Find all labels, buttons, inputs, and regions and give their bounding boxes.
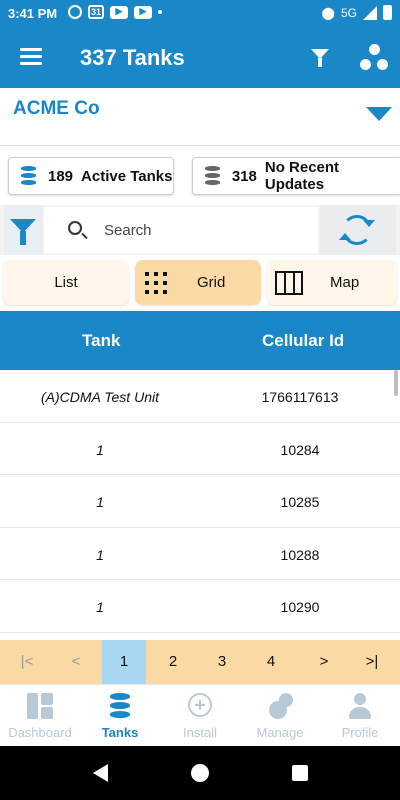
nav-tanks-label: Tanks	[101, 725, 139, 740]
active-tanks-label: Active Tanks	[81, 167, 173, 185]
filter-icon[interactable]	[311, 49, 329, 67]
status-time: 3:41 PM	[8, 6, 58, 21]
table-row[interactable]: (A)CDMA Test Unit 1766117613	[0, 370, 400, 423]
page-1-button[interactable]: 1	[102, 640, 146, 684]
prev-page-button[interactable]: <	[54, 640, 98, 684]
tab-grid-label: Grid	[197, 274, 226, 291]
pagination: |< < 1 2 3 4 > >|	[0, 640, 400, 684]
cellular-id: 10285	[280, 494, 320, 510]
grid-icon	[145, 272, 167, 294]
filter-button[interactable]	[4, 205, 42, 255]
last-page-button[interactable]: >|	[350, 640, 394, 684]
cellular-id: 10284	[280, 441, 320, 458]
page-title: 337 Tanks	[80, 45, 185, 70]
refresh-button[interactable]	[320, 205, 396, 255]
table-scrollbar[interactable]	[394, 370, 398, 396]
nav-install[interactable]: Install	[160, 685, 240, 747]
network-label: 5G	[340, 5, 357, 20]
share-icon[interactable]	[360, 44, 388, 72]
tab-list-label: List	[54, 274, 78, 291]
refresh-icon	[339, 215, 375, 245]
nav-dashboard-label: Dashboard	[8, 725, 72, 740]
location-icon: ⬤	[321, 5, 335, 20]
cellular-id: 1766117613	[261, 389, 339, 405]
tank-name: 1	[96, 599, 104, 615]
nav-profile[interactable]: Profile	[320, 685, 400, 747]
home-icon[interactable]	[191, 764, 209, 782]
cellular-id: 10290	[280, 599, 320, 615]
dashboard-icon	[27, 693, 53, 719]
search-input[interactable]	[104, 218, 304, 242]
no-recent-updates-card[interactable]: 318 No Recent Updates	[192, 157, 400, 195]
nav-manage[interactable]: Manage	[240, 685, 320, 747]
table-row[interactable]: 1 10284	[0, 423, 400, 475]
tab-map[interactable]: Map	[267, 260, 397, 305]
app-bar: 337 Tanks	[0, 28, 400, 88]
system-icons: ⬤ 5G	[322, 5, 392, 20]
system-nav-bar	[0, 746, 400, 800]
page-2-button[interactable]: 2	[151, 640, 195, 684]
first-page-button[interactable]: |<	[5, 640, 49, 684]
youtube-icon: ▶	[110, 5, 128, 19]
chevron-down-icon[interactable]	[366, 107, 392, 121]
app-notification-icon	[68, 5, 82, 19]
filter-icon	[10, 219, 36, 245]
tank-name: 1	[96, 441, 104, 458]
no-updates-label: No Recent Updates	[264, 159, 340, 193]
person-icon	[347, 693, 373, 719]
status-bar: 3:41 PM 31 ▶ ▶ ⬤ 5G	[0, 0, 400, 28]
tank-name: 1	[96, 546, 104, 563]
bottom-nav: Dashboard Tanks Install Manage Profile	[0, 684, 400, 746]
table-row[interactable]: 1 10285	[0, 475, 400, 528]
menu-icon[interactable]	[20, 48, 42, 66]
nav-install-label: Install	[183, 725, 217, 740]
company-selector[interactable]: ACME Co	[0, 88, 400, 146]
tanks-icon	[107, 693, 133, 719]
database-icon	[205, 166, 220, 186]
column-header-tank[interactable]: Tank	[82, 331, 120, 351]
calendar-icon: 31	[88, 5, 104, 19]
tank-name: 1	[96, 494, 104, 510]
signal-icon	[363, 5, 377, 20]
add-circle-icon	[188, 693, 212, 717]
map-icon	[275, 271, 303, 295]
active-tanks-card[interactable]: 189 Active Tanks	[8, 157, 174, 195]
company-name: ACME Co	[13, 98, 100, 119]
table-row[interactable]: 1 10288	[0, 528, 400, 580]
table-body: (A)CDMA Test Unit 1766117613 1 10284 1 1…	[0, 370, 400, 638]
view-tabs: List Grid Map	[0, 260, 400, 306]
table-row[interactable]: 1 10290	[0, 580, 400, 633]
search-box	[44, 207, 318, 253]
database-icon	[21, 166, 36, 186]
tab-map-label: Map	[330, 274, 360, 291]
page-3-button[interactable]: 3	[200, 640, 244, 684]
nav-dashboard[interactable]: Dashboard	[0, 685, 80, 747]
back-icon[interactable]	[93, 764, 108, 782]
next-page-button[interactable]: >	[302, 640, 346, 684]
page-4-button[interactable]: 4	[249, 640, 293, 684]
tank-name: (A)CDMA Test Unit	[41, 389, 159, 405]
nav-manage-label: Manage	[256, 725, 304, 740]
youtube-icon-2: ▶	[134, 5, 152, 19]
column-header-cellular-id[interactable]: Cellular Id	[262, 331, 344, 351]
stats-row: 189 Active Tanks 318 No Recent Updates	[0, 157, 400, 195]
manage-icon	[267, 693, 293, 719]
recent-apps-icon[interactable]	[292, 765, 308, 781]
battery-icon	[383, 5, 392, 20]
table-header: Tank Cellular Id	[0, 311, 400, 370]
search-icon	[68, 221, 82, 235]
search-row	[0, 205, 400, 255]
nav-profile-label: Profile	[341, 725, 379, 740]
active-tanks-count: 189	[48, 167, 74, 185]
notification-icons: 31 ▶ ▶	[68, 5, 162, 19]
cellular-id: 10288	[280, 546, 320, 563]
nav-tanks[interactable]: Tanks	[80, 685, 160, 747]
tab-list[interactable]: List	[3, 260, 129, 305]
tab-grid[interactable]: Grid	[135, 260, 261, 305]
more-notifications-dot	[158, 10, 162, 14]
no-updates-count: 318	[231, 167, 257, 185]
